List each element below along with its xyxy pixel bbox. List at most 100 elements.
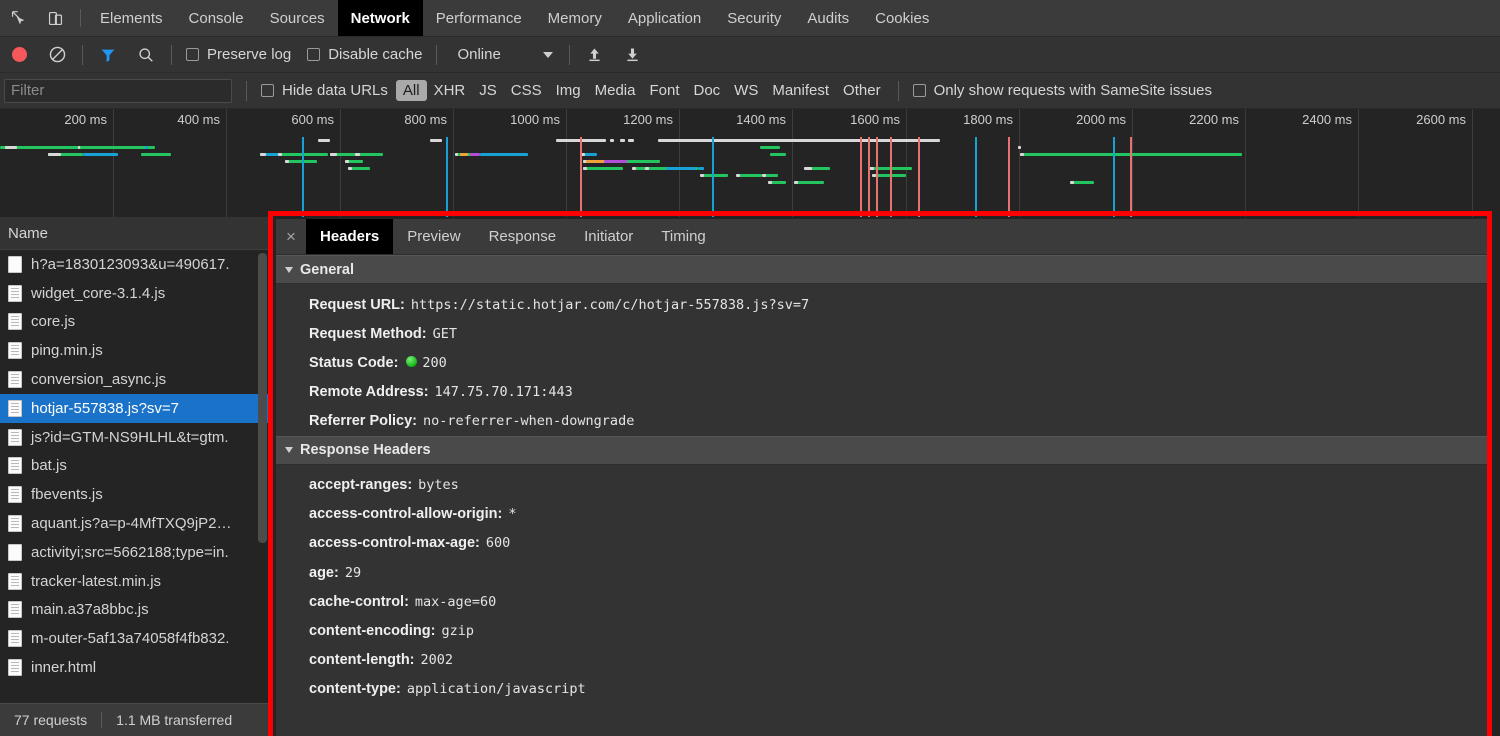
type-filter-other[interactable]: Other — [836, 80, 888, 101]
overview-tick-line — [1472, 109, 1473, 217]
request-list-item[interactable]: js?id=GTM-NS9HLHL&t=gtm. — [0, 423, 269, 452]
request-list-item[interactable]: aquant.js?a=p-4MfTXQ9jP2… — [0, 509, 269, 538]
search-button[interactable] — [127, 37, 165, 73]
inspect-element-icon[interactable] — [0, 0, 37, 36]
overview-request-bar — [583, 167, 623, 170]
overview-event-marker — [876, 137, 878, 217]
overview-tick-line — [1132, 109, 1133, 217]
tab-audits[interactable]: Audits — [794, 0, 862, 36]
request-list[interactable]: h?a=1830123093&u=490617. widget_core-3.1.… — [0, 250, 269, 703]
throttle-dropdown[interactable]: Online — [443, 46, 562, 63]
request-list-item[interactable]: m-outer-5af13a74058f4fb832. — [0, 624, 269, 653]
samesite-issues-checkbox[interactable]: Only show requests with SameSite issues — [905, 82, 1220, 99]
disable-cache-checkbox[interactable]: Disable cache — [299, 46, 430, 63]
request-list-item[interactable]: fbevents.js — [0, 480, 269, 509]
overview-request-bar — [760, 146, 780, 149]
overview-request-bar — [330, 153, 337, 156]
clear-button[interactable] — [38, 37, 76, 73]
toolbar-divider — [80, 9, 81, 27]
overview-request-bar — [348, 167, 352, 170]
hide-data-urls-checkbox[interactable]: Hide data URLs — [253, 82, 396, 99]
overview-request-bar — [698, 167, 704, 170]
type-filter-css[interactable]: CSS — [504, 80, 549, 101]
filter-toggle-button[interactable] — [89, 37, 127, 73]
overview-event-marker — [580, 137, 582, 217]
type-filter-all[interactable]: All — [396, 80, 427, 101]
type-filter-media[interactable]: Media — [588, 80, 643, 101]
overview-request-bar — [1022, 153, 1242, 156]
request-name: widget_core-3.1.4.js — [31, 285, 165, 302]
type-filter-img[interactable]: Img — [549, 80, 588, 101]
overview-tick-line — [1358, 109, 1359, 217]
request-name: h?a=1830123093&u=490617. — [31, 256, 230, 273]
type-filter-xhr[interactable]: XHR — [427, 80, 473, 101]
request-name: main.a37a8bbc.js — [31, 601, 149, 618]
request-list-item[interactable]: ping.min.js — [0, 336, 269, 365]
control-divider-4 — [569, 45, 570, 65]
overview-request-bar — [583, 153, 597, 156]
tab-application[interactable]: Application — [615, 0, 714, 36]
request-list-item[interactable]: conversion_async.js — [0, 365, 269, 394]
request-list-item[interactable]: hotjar-557838.js?sv=7 — [0, 394, 269, 423]
overview-request-bar — [1072, 181, 1094, 184]
request-list-item[interactable]: inner.html — [0, 653, 269, 682]
tab-performance[interactable]: Performance — [423, 0, 535, 36]
overview-request-bar — [764, 174, 778, 177]
filter-input[interactable] — [4, 79, 232, 103]
tab-console[interactable]: Console — [176, 0, 257, 36]
overview-request-bar — [632, 167, 636, 170]
overview-tick-label: 2200 ms — [1189, 112, 1245, 127]
request-list-item[interactable]: main.a37a8bbc.js — [0, 596, 269, 625]
hide-data-urls-label: Hide data URLs — [282, 82, 388, 99]
request-list-scrollbar[interactable] — [258, 253, 267, 543]
type-filter-font[interactable]: Font — [642, 80, 686, 101]
toggle-device-toolbar-icon[interactable] — [37, 0, 74, 36]
request-list-item[interactable]: activityi;src=5662188;type=in. — [0, 538, 269, 567]
tab-security[interactable]: Security — [714, 0, 794, 36]
overview-request-bar — [355, 153, 360, 156]
overview-event-marker — [860, 137, 862, 217]
overview-request-bar — [700, 174, 704, 177]
tab-sources[interactable]: Sources — [257, 0, 338, 36]
request-name: ping.min.js — [31, 342, 103, 359]
overview-event-marker — [712, 137, 714, 217]
tab-cookies[interactable]: Cookies — [862, 0, 942, 36]
request-count: 77 requests — [0, 712, 101, 728]
type-filter-ws[interactable]: WS — [727, 80, 765, 101]
record-button[interactable] — [0, 37, 38, 73]
type-filter-manifest[interactable]: Manifest — [765, 80, 836, 101]
preserve-log-checkbox[interactable]: Preserve log — [178, 46, 299, 63]
request-list-item[interactable]: bat.js — [0, 452, 269, 481]
request-list-item[interactable]: h?a=1830123093&u=490617. — [0, 250, 269, 279]
request-name: tracker-latest.min.js — [31, 573, 161, 590]
overview-request-bar — [80, 146, 155, 149]
request-list-item[interactable]: tracker-latest.min.js — [0, 567, 269, 596]
overview-tick-label: 2600 ms — [1416, 112, 1472, 127]
export-har-button[interactable] — [614, 37, 652, 73]
control-divider — [82, 45, 83, 65]
request-list-item[interactable]: core.js — [0, 308, 269, 337]
search-icon — [137, 46, 155, 64]
overview-request-bar — [610, 139, 614, 142]
overview-request-bar — [770, 181, 786, 184]
tab-elements[interactable]: Elements — [87, 0, 176, 36]
request-list-item[interactable]: widget_core-3.1.4.js — [0, 279, 269, 308]
overview-tick-label: 200 ms — [64, 112, 113, 127]
request-list-header[interactable]: Name — [0, 217, 269, 250]
overview-request-bar — [640, 160, 650, 163]
resource-type-filters: All XHR JS CSS Img Media Font Doc WS Man… — [396, 80, 888, 101]
import-har-button[interactable] — [576, 37, 614, 73]
file-icon — [8, 630, 22, 647]
devtools-main-tabbar: Elements Console Sources Network Perform… — [0, 0, 1500, 37]
network-overview-timeline[interactable]: 200 ms400 ms600 ms800 ms1000 ms1200 ms14… — [0, 109, 1500, 217]
request-name: core.js — [31, 313, 75, 330]
type-filter-doc[interactable]: Doc — [686, 80, 727, 101]
overview-request-bar — [455, 153, 458, 156]
type-filter-js[interactable]: JS — [472, 80, 504, 101]
overview-event-marker — [1008, 137, 1010, 217]
tab-memory[interactable]: Memory — [535, 0, 615, 36]
file-icon — [8, 313, 22, 330]
overview-tick-line — [679, 109, 680, 217]
overview-request-bar — [666, 167, 696, 170]
tab-network[interactable]: Network — [338, 0, 423, 36]
